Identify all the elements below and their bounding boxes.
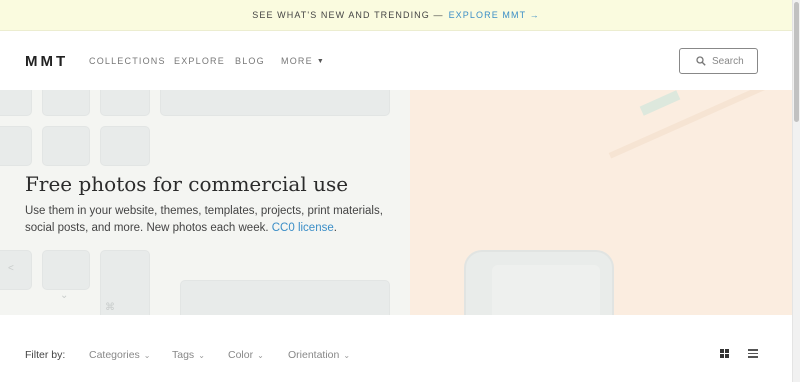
filter-tags[interactable]: Tags ⌄ — [172, 349, 205, 361]
hero-section: < ⌄ ⌘ Free photos for commercial use Use… — [0, 90, 792, 315]
filter-label: Filter by: — [25, 349, 66, 361]
keyboard-key — [42, 126, 90, 166]
grid-view-icon[interactable] — [720, 349, 730, 359]
nav-more[interactable]: MORE ▼ — [281, 56, 325, 66]
keyboard-key — [180, 280, 390, 315]
keyboard-key — [0, 126, 32, 166]
keyboard-key — [0, 250, 32, 290]
nav-more-label: MORE — [281, 56, 313, 66]
keyboard-key — [160, 90, 390, 116]
site-header: MMT COLLECTIONS EXPLORE BLOG MORE ▼ Searc… — [0, 31, 792, 90]
filter-orientation[interactable]: Orientation ⌄ — [288, 349, 350, 361]
keyboard-key — [100, 126, 150, 166]
search-button[interactable]: Search — [679, 48, 758, 74]
scrollbar-thumb[interactable] — [794, 2, 799, 122]
nav-blog[interactable]: BLOG — [235, 56, 265, 66]
chevron-down-icon: ⌄ — [257, 351, 264, 360]
list-view-icon[interactable] — [748, 349, 758, 358]
search-label: Search — [712, 55, 744, 67]
hero-description-period: . — [333, 222, 337, 234]
nav-explore[interactable]: EXPLORE — [174, 56, 225, 66]
chevron-down-icon: ⌄ — [343, 351, 351, 360]
arrow-left-key-icon: < — [8, 263, 14, 274]
site-logo[interactable]: MMT — [25, 53, 68, 70]
phone-screen-photo — [492, 265, 600, 315]
announcement-bar: SEE WHAT'S NEW AND TRENDING — EXPLORE MM… — [0, 0, 792, 31]
hero-description: Use them in your website, themes, templa… — [25, 203, 405, 237]
filter-color-label: Color — [228, 349, 254, 361]
chevron-down-icon: ⌄ — [143, 351, 151, 360]
arrow-down-key-icon: ⌄ — [60, 290, 69, 301]
keyboard-key — [0, 90, 32, 116]
filter-bar: Filter by: Categories ⌄ Tags ⌄ Color ⌄ Orie… — [0, 315, 792, 382]
command-key-icon: ⌘ — [105, 302, 115, 313]
explore-mmt-link[interactable]: EXPLORE MMT → — [449, 10, 540, 20]
scrollbar[interactable] — [792, 0, 800, 382]
hero-title: Free photos for commercial use — [25, 172, 349, 196]
filter-categories-label: Categories — [89, 349, 140, 361]
filter-orientation-label: Orientation — [288, 349, 340, 361]
announcement-text: SEE WHAT'S NEW AND TRENDING — — [252, 10, 444, 20]
nav-collections[interactable]: COLLECTIONS — [89, 56, 166, 66]
cc0-license-link[interactable]: CC0 license — [272, 222, 334, 234]
keyboard-key — [42, 90, 90, 116]
chevron-down-icon: ⌄ — [198, 351, 205, 360]
filter-color[interactable]: Color ⌄ — [228, 349, 264, 361]
keyboard-key — [42, 250, 90, 290]
search-icon — [696, 56, 706, 66]
filter-categories[interactable]: Categories ⌄ — [89, 349, 150, 361]
filter-tags-label: Tags — [172, 349, 195, 361]
caret-down-icon: ▼ — [316, 58, 325, 65]
keyboard-key — [100, 90, 150, 116]
